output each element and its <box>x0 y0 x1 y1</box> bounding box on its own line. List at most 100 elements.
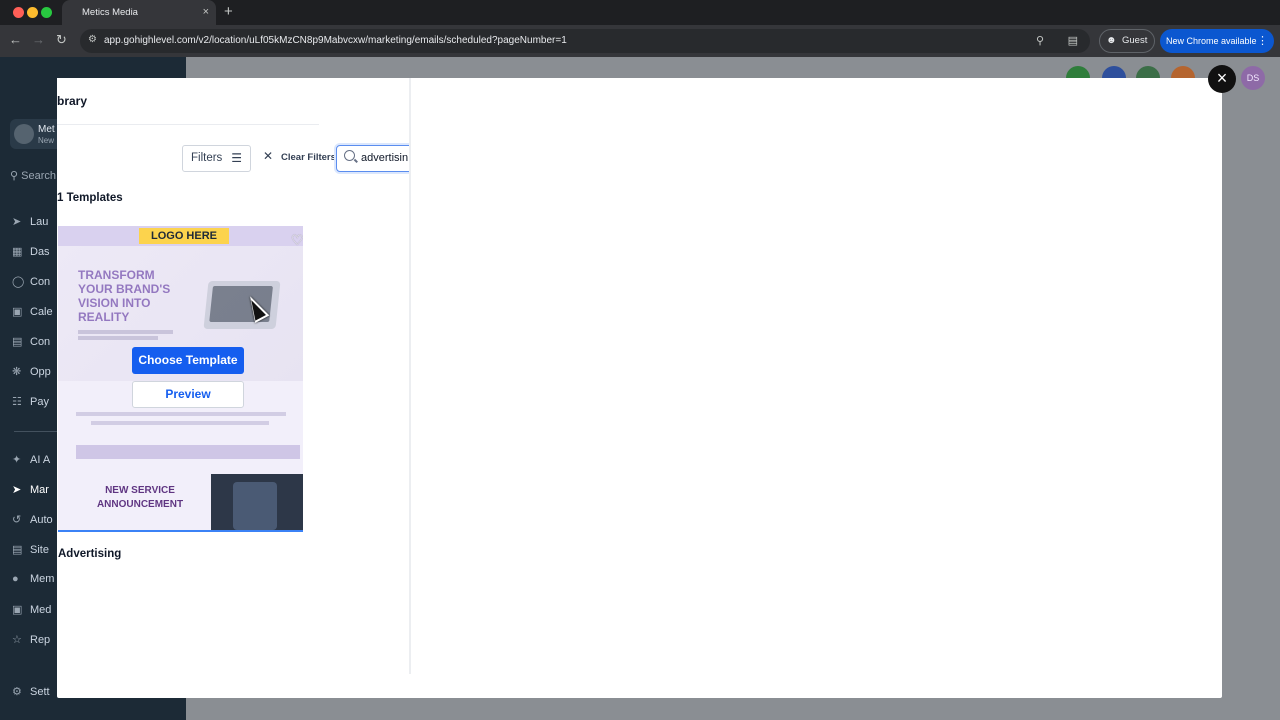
sidebar-item-label: AI A <box>30 454 51 466</box>
sidebar-item-opportunities[interactable]: ❋ Opp <box>12 365 51 378</box>
sidebar-search[interactable]: ⚲ Search <box>10 169 56 182</box>
clear-filters-button[interactable]: Clear Filters <box>281 152 336 163</box>
sidebar-item-label: Rep <box>30 634 51 646</box>
account-subtitle: New <box>38 136 55 145</box>
text-line <box>76 412 286 416</box>
template-library-panel: brary Filters ☰ ✕ Clear Filters advertis… <box>57 78 411 674</box>
template-card[interactable]: LOGO HERE TRANSFORM YOUR BRAND'S VISION … <box>58 226 303 532</box>
filters-label: Filters <box>191 152 223 164</box>
profile-button[interactable]: ☻ Guest <box>1099 29 1155 53</box>
choose-template-button[interactable]: Choose Template <box>132 347 244 374</box>
opportunities-icon: ❋ <box>12 366 22 378</box>
kebab-menu-icon[interactable]: ⋮ <box>1257 29 1268 53</box>
sidebar-item-calendars[interactable]: ▣ Cale <box>12 305 53 318</box>
account-avatar <box>14 124 34 144</box>
sidebar-item-label: Lau <box>30 216 49 228</box>
template-logo-placeholder: LOGO HERE <box>139 228 229 244</box>
text-line <box>90 421 270 425</box>
profile-icon: ☻ <box>1106 35 1117 46</box>
sidebar-item-dashboard[interactable]: ▦ Das <box>12 245 50 258</box>
sidebar-item-marketing[interactable]: ➤ Mar <box>12 483 49 496</box>
zoom-icon[interactable]: ⚲ <box>1036 34 1044 47</box>
address-url: app.gohighlevel.com/v2/location/uLf05kMz… <box>104 35 567 46</box>
sidebar-item-settings[interactable]: ⚙ Sett <box>12 685 50 698</box>
window-minimize-dot[interactable] <box>27 7 38 18</box>
profile-label: Guest <box>1122 35 1148 46</box>
search-value: advertisin <box>361 152 409 164</box>
new-tab-button[interactable]: + <box>224 3 233 20</box>
preview-button[interactable]: Preview <box>132 381 244 408</box>
sidebar-item-label: Opp <box>30 366 51 378</box>
sidebar-item-label: Con <box>30 336 51 348</box>
sliders-icon: ☰ <box>231 151 242 165</box>
reload-icon[interactable]: ↻ <box>56 32 67 48</box>
contacts-icon: ▤ <box>12 336 23 348</box>
chrome-update-button[interactable]: New Chrome available ⋮ <box>1160 29 1274 53</box>
sidebar-item-label: Das <box>30 246 50 258</box>
template-cta-bar <box>76 445 300 459</box>
payments-icon: ☷ <box>12 396 22 408</box>
address-bar[interactable]: ⚙ app.gohighlevel.com/v2/location/uLf05k… <box>80 29 1090 53</box>
sidebar-item-label: Mem <box>30 573 55 585</box>
browser-toolbar: ← → ↻ ⚙ app.gohighlevel.com/v2/location/… <box>0 25 1280 57</box>
forward-arrow-icon[interactable]: → <box>32 32 45 47</box>
star-icon: ☆ <box>12 634 22 646</box>
send-icon: ➤ <box>12 484 22 496</box>
chrome-update-label: New Chrome available <box>1166 36 1257 46</box>
sidebar-item-label: Sett <box>30 686 50 698</box>
sidebar-item-contacts[interactable]: ▤ Con <box>12 335 50 348</box>
chat-icon: ◯ <box>12 276 25 288</box>
sidebar-item-ai-agents[interactable]: ✦ AI A <box>12 453 50 466</box>
laptop-illustration <box>203 281 281 329</box>
window-maximize-dot[interactable] <box>41 7 52 18</box>
template-subline <box>78 330 173 334</box>
browser-tab[interactable]: Metics Media × <box>62 0 216 25</box>
automation-icon: ↺ <box>12 514 22 526</box>
heart-icon[interactable]: ♡ <box>291 232 303 249</box>
search-icon <box>344 150 355 161</box>
sidebar-item-payments[interactable]: ☷ Pay <box>12 395 49 408</box>
template-search-input[interactable]: advertisin <box>336 145 409 172</box>
membership-icon: ● <box>12 573 19 585</box>
filters-button[interactable]: Filters ☰ <box>182 145 251 172</box>
calendar-icon: ▣ <box>12 306 23 318</box>
template-thumbnail-header: LOGO HERE <box>58 226 303 246</box>
clear-filters-icon[interactable]: ✕ <box>263 149 273 163</box>
template-headline: TRANSFORM YOUR BRAND'S VISION INTO REALI… <box>78 268 171 324</box>
sidebar-item-media[interactable]: ▣ Med <box>12 603 51 616</box>
sidebar-item-label: Cale <box>30 306 53 318</box>
window-close-dot[interactable] <box>13 7 24 18</box>
account-name: Met <box>38 124 55 135</box>
sidebar-item-label: Mar <box>30 484 49 496</box>
sidebar-item-label: Pay <box>30 396 49 408</box>
sidebar-item-reputation[interactable]: ☆ Rep <box>12 633 50 646</box>
sparkle-icon: ✦ <box>12 454 22 466</box>
sidebar-item-conversations[interactable]: ◯ Con <box>12 275 50 288</box>
sidebar-item-automation[interactable]: ↺ Auto <box>12 513 53 526</box>
cast-icon[interactable]: ▤ <box>1068 34 1078 47</box>
rocket-icon: ➤ <box>12 216 22 228</box>
settings-icon: ⚙ <box>12 686 22 698</box>
back-arrow-icon[interactable]: ← <box>9 32 22 47</box>
panel-title: brary <box>57 94 88 108</box>
results-count: 1 Templates <box>57 192 123 204</box>
sites-icon: ▤ <box>12 544 23 556</box>
template-body-text <box>76 412 286 430</box>
template-section-title: NEW SERVICE ANNOUNCEMENT <box>96 485 184 510</box>
template-subline <box>78 336 158 340</box>
sidebar-item-sites[interactable]: ▤ Site <box>12 543 49 556</box>
search-icon: ⚲ <box>10 170 19 182</box>
sidebar-item-label: Auto <box>30 514 53 526</box>
sidebar-item-launchpad[interactable]: ➤ Lau <box>12 215 48 228</box>
sidebar-search-placeholder: Search <box>21 170 56 182</box>
close-icon[interactable]: × <box>1208 65 1236 93</box>
site-info-icon[interactable]: ⚙ <box>88 34 97 45</box>
media-icon: ▣ <box>12 604 23 616</box>
sidebar-item-memberships[interactable]: ● Mem <box>12 573 54 585</box>
sidebar-item-label: Site <box>30 544 49 556</box>
tab-close-icon[interactable]: × <box>203 0 209 25</box>
phone-illustration <box>211 474 303 530</box>
user-avatar[interactable]: DS <box>1241 66 1265 90</box>
dashboard-icon: ▦ <box>12 246 23 258</box>
template-name: Advertising <box>58 548 122 560</box>
